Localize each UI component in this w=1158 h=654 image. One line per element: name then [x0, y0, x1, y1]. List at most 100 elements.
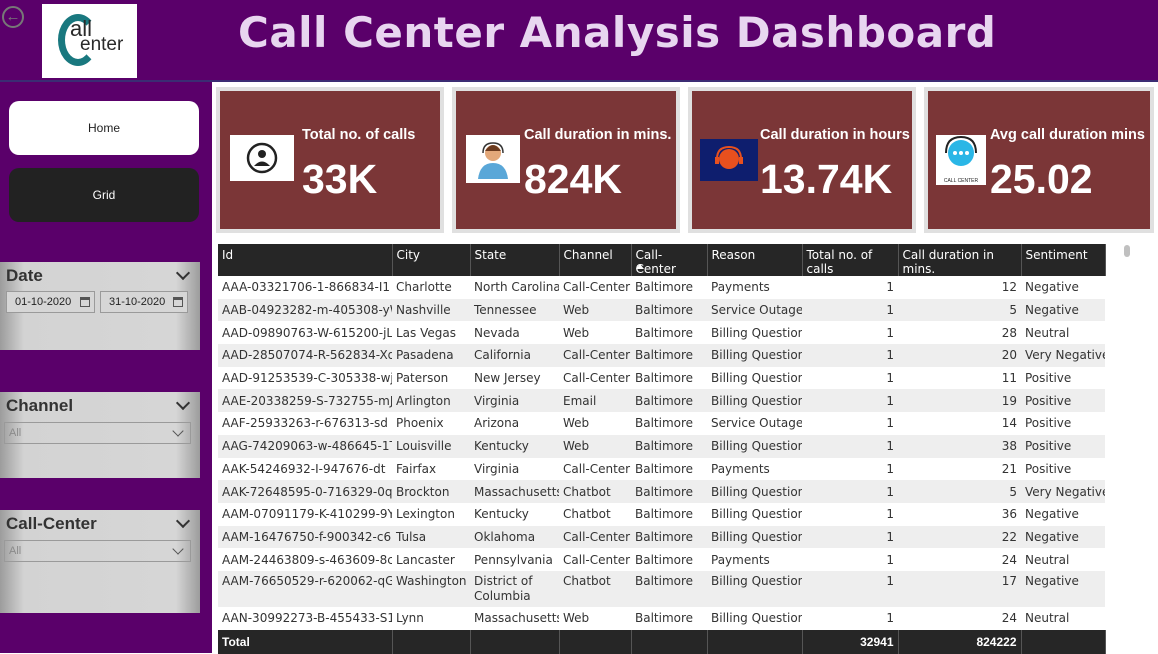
table-cell: Baltimore [631, 434, 707, 458]
table-cell: Baltimore [631, 389, 707, 413]
table-cell: Billing Question [711, 325, 802, 340]
table-cell: 11 [1001, 371, 1017, 386]
table-cell: 20 [898, 344, 1021, 367]
start-date-input[interactable]: 01-10-2020 [6, 291, 95, 313]
table-row[interactable]: AAF-25933263-r-676313-sd Phoenix Arizona We… [218, 412, 1105, 435]
table-cell: Arlington [392, 389, 470, 413]
table-cell: Arizona [474, 416, 520, 431]
kpi-label: Total no. of calls [302, 127, 416, 143]
table-cell: Neutral [1025, 611, 1070, 626]
column-header[interactable]: Call-Center [631, 244, 708, 276]
table-row[interactable]: AAG-74209063-w-486645-1T Louisville Kentuc… [218, 434, 1105, 458]
column-header[interactable]: Call duration in mins. [898, 244, 1022, 276]
table-cell: Positive [1025, 461, 1072, 476]
table-cell: 1 [802, 389, 898, 413]
total-empty-cell [631, 629, 708, 654]
table-cell: Chatbot [559, 480, 631, 503]
chevron-down-icon[interactable] [175, 265, 191, 281]
table-cell: 12 [1001, 280, 1017, 295]
chevron-down-icon[interactable] [172, 543, 184, 555]
table-cell: Baltimore [631, 480, 707, 503]
end-date-input[interactable]: 31-10-2020 [100, 291, 188, 313]
kpi-value: 824K [524, 156, 623, 202]
column-header[interactable]: Channel [559, 244, 632, 276]
table-cell: AAM-76650529-r-620062-qG [218, 570, 392, 607]
table-row[interactable]: AAA-03321706-1-866834-I1 Charlotte North C… [218, 276, 1105, 299]
table-cell: 17 [898, 570, 1021, 607]
table-row[interactable]: AAD-28507074-R-562834-Xd Pasadena Californ… [218, 344, 1105, 367]
table-cell: Virginia [474, 461, 520, 476]
table-cell: Payments [711, 552, 770, 567]
column-header[interactable]: City [392, 244, 471, 276]
table-row[interactable]: AAB-04923282-m-405308-yW Nashville Tenness… [218, 298, 1105, 322]
table-cell: Las Vegas [396, 325, 456, 340]
table-cell: 5 [898, 298, 1021, 322]
table-cell: Negative [1025, 280, 1079, 295]
column-header[interactable]: Total no. of calls [802, 244, 899, 276]
chat-icon [945, 135, 977, 166]
table-cell: 28 [1001, 325, 1017, 340]
kpi-value: 13.74K [760, 156, 893, 202]
table-row[interactable]: AAN-30992273-B-455433-S1 Lynn Massachusett… [218, 607, 1105, 630]
logo-caption: CALL CENTER [943, 178, 979, 184]
chevron-down-icon[interactable] [175, 395, 191, 411]
table-cell: Chatbot [563, 507, 611, 522]
table-cell: AAA-03321706-1-866834-I1 [222, 280, 391, 295]
table-cell: North Carolina [474, 280, 559, 295]
table-cell: Baltimore [631, 570, 707, 607]
table-scrollbar[interactable] [1124, 245, 1130, 257]
kpi-card-duration-mins: Call duration in mins. 824K [452, 87, 680, 233]
table-cell: 36 [1001, 507, 1017, 522]
table-cell: Positive [1021, 434, 1105, 458]
back-arrow-icon[interactable]: ← [2, 6, 24, 28]
table-cell: Lexington [396, 507, 455, 522]
table-cell: Fairfax [396, 461, 437, 476]
table-row[interactable]: AAD-09890763-W-615200-jL Las Vegas Nevada W… [218, 321, 1105, 344]
start-date-value: 01-10-2020 [15, 296, 72, 308]
table-cell: Paterson [396, 371, 449, 386]
table-cell: 1 [886, 461, 894, 476]
column-header[interactable]: Reason [707, 244, 803, 276]
column-header[interactable]: State [470, 244, 560, 276]
table-cell: AAM-16476750-f-900342-c6 [218, 525, 392, 549]
sidebar: Home Grid Date 01-10-2020 31-10-2020 Cha… [0, 82, 212, 653]
table-cell: Billing Question [711, 507, 802, 522]
column-header[interactable]: Sentiment [1021, 244, 1106, 276]
table-cell: AAK-72648595-0-716329-0q [218, 480, 392, 503]
table-row[interactable]: AAM-07091179-K-410299-9Y Lexington Kentuck… [218, 503, 1105, 526]
chevron-down-icon[interactable] [172, 425, 184, 437]
table-row[interactable]: AAE-20338259-S-732755-mJ Arlington Virgini… [218, 389, 1105, 413]
grid-button[interactable]: Grid [9, 168, 199, 222]
table-row[interactable]: AAD-91253539-C-305338-wj Paterson New Jers… [218, 367, 1105, 390]
table-cell: Billing Question [711, 371, 802, 386]
chevron-down-icon[interactable] [175, 513, 191, 529]
table-row[interactable]: AAK-72648595-0-716329-0q Brockton Massachu… [218, 480, 1105, 503]
total-empty-cell [707, 629, 803, 654]
table-cell: New Jersey [474, 371, 541, 386]
table-cell: Call-Center [563, 280, 631, 295]
channel-dropdown[interactable]: All [4, 422, 191, 444]
table-cell: 1 [802, 525, 898, 549]
table-cell: Positive [1021, 389, 1105, 413]
home-button[interactable]: Home [9, 101, 199, 155]
kpi-card-avg-duration: CALL CENTER Avg call duration mins 25.02 [924, 87, 1154, 233]
kpi-label: Call duration in mins. [524, 127, 672, 143]
table-cell: Nashville [392, 298, 470, 322]
call-center-dropdown[interactable]: All [4, 540, 191, 562]
table-row[interactable]: AAM-24463809-s-463609-8c Lancaster Pennsyl… [218, 548, 1105, 571]
column-header[interactable]: Id [218, 244, 393, 276]
table-row[interactable]: AAK-54246932-I-947676-dt Fairfax Virginia C… [218, 458, 1105, 481]
table-cell: Baltimore [635, 507, 694, 522]
table-cell: Neutral [1025, 552, 1070, 567]
table-cell: 1 [886, 416, 894, 431]
table-cell: AAD-09890763-W-615200-jL [222, 325, 392, 340]
table-row[interactable]: AAM-16476750-f-900342-c6 Tulsa Oklahoma Cal… [218, 525, 1105, 549]
table-row[interactable]: AAM-76650529-r-620062-qG Washington Distri… [218, 570, 1105, 607]
table-total-row: Total 32941 824222 [218, 629, 1106, 654]
calendar-icon[interactable] [80, 297, 90, 307]
calendar-icon[interactable] [173, 297, 183, 307]
total-empty-cell [470, 629, 560, 654]
table-cell: Negative [1021, 570, 1105, 607]
sort-ascending-icon[interactable] [635, 264, 644, 269]
table-cell: Baltimore [631, 298, 707, 322]
